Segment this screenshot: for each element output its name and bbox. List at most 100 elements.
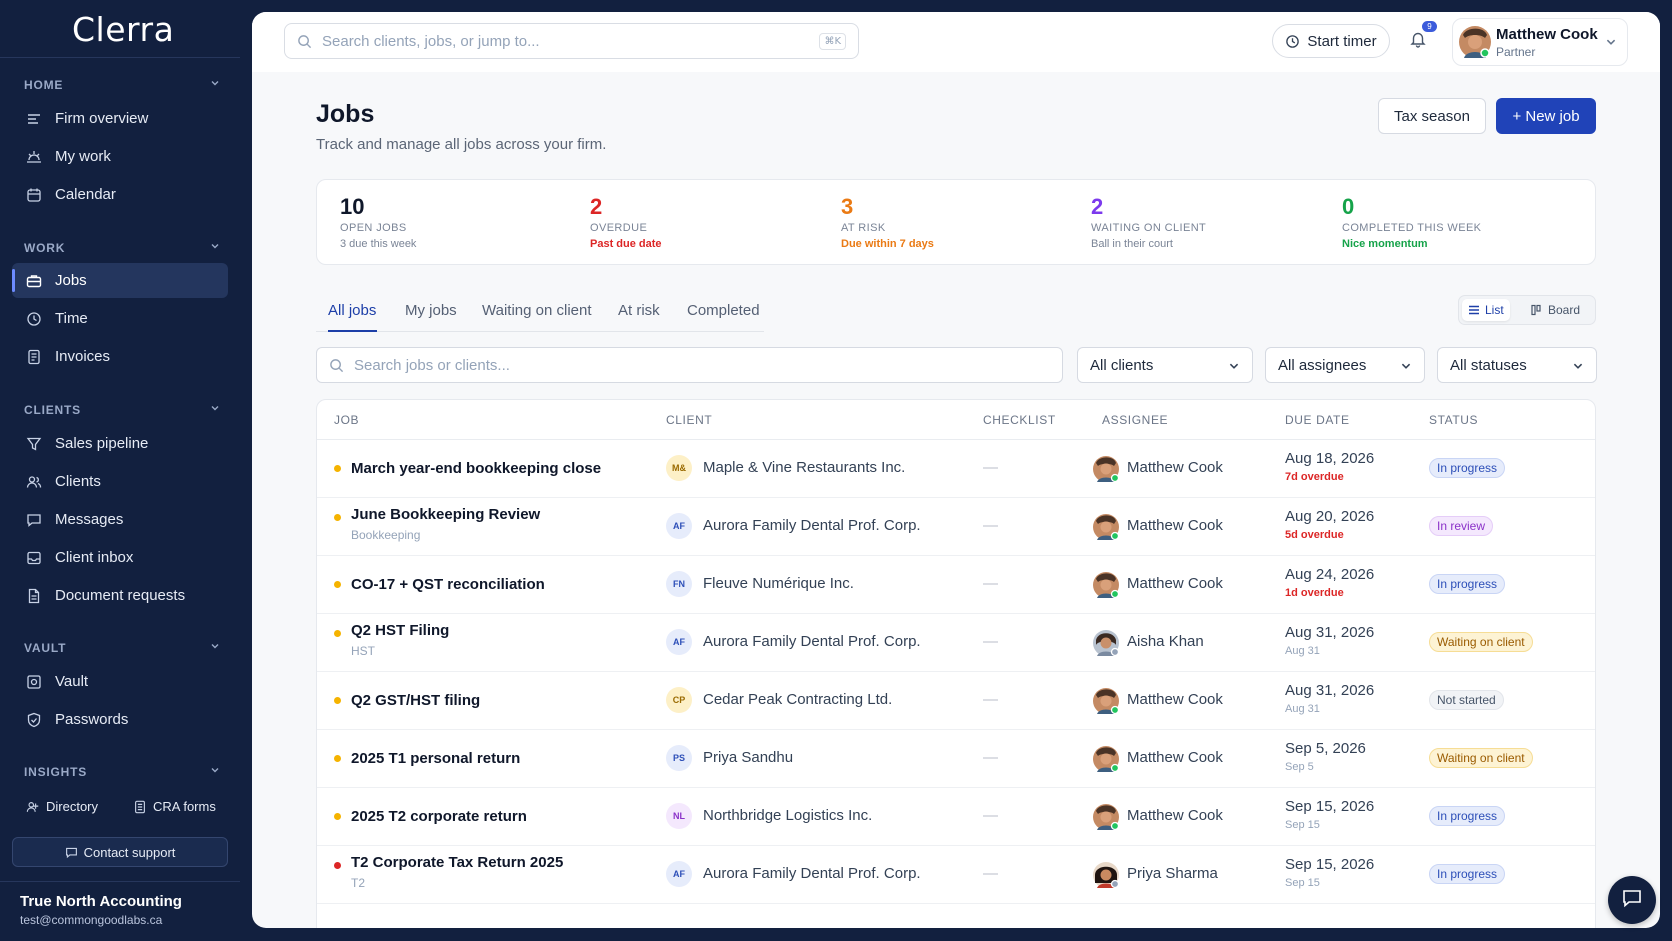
shortcut-hint: ⌘K xyxy=(819,33,846,50)
column-header-job[interactable]: JOB xyxy=(334,413,359,427)
tab-waiting-on-client[interactable]: Waiting on client xyxy=(482,302,592,319)
stat-label: AT RISK xyxy=(841,222,886,234)
sidebar-item-jobs[interactable]: Jobs xyxy=(12,263,228,298)
job-name[interactable]: June Bookkeeping Review xyxy=(351,506,540,523)
sidebar-mini-cra-forms[interactable]: CRA forms xyxy=(133,799,216,814)
job-name[interactable]: CO-17 + QST reconciliation xyxy=(351,576,545,593)
due-date: Aug 31, 2026 xyxy=(1285,624,1375,641)
sidebar-item-label: Sales pipeline xyxy=(55,435,149,452)
job-name[interactable]: Q2 HST Filing xyxy=(351,622,449,639)
job-search[interactable] xyxy=(316,347,1063,383)
sidebar-item-messages[interactable]: Messages xyxy=(12,502,228,537)
main-panel: ⌘K Start timer 9 Matthew Cook Partner Jo… xyxy=(252,12,1660,928)
tab-completed[interactable]: Completed xyxy=(687,302,760,319)
column-header-due-date[interactable]: DUE DATE xyxy=(1285,413,1350,427)
stat-value: 2 xyxy=(590,194,603,219)
stat-overdue: 2 OVERDUE Past due date xyxy=(590,194,662,250)
table-row[interactable]: March year-end bookkeeping close M& Maple … xyxy=(317,440,1595,498)
column-header-checklist[interactable]: CHECKLIST xyxy=(983,413,1056,427)
assignee-filter-select[interactable]: All assignees xyxy=(1265,347,1425,383)
sidebar-item-calendar[interactable]: Calendar xyxy=(12,177,228,212)
sunrise-icon xyxy=(25,148,43,166)
user-menu[interactable]: Matthew Cook Partner xyxy=(1452,18,1628,66)
sidebar-item-passwords[interactable]: Passwords xyxy=(12,702,228,737)
user-name: Matthew Cook xyxy=(1496,26,1598,43)
tab-all-jobs[interactable]: All jobs xyxy=(328,302,376,319)
stat-sub: Nice momentum xyxy=(1342,238,1428,250)
priority-dot xyxy=(334,813,341,820)
due-date: Sep 15, 2026 xyxy=(1285,856,1375,873)
sidebar-item-firm-overview[interactable]: Firm overview xyxy=(12,101,228,136)
tab-at-risk[interactable]: At risk xyxy=(618,302,660,319)
sidebar-section-work[interactable]: WORK xyxy=(24,241,220,255)
sidebar-item-clients[interactable]: Clients xyxy=(12,464,228,499)
column-header-assignee[interactable]: ASSIGNEE xyxy=(1102,413,1168,427)
client-name[interactable]: Aurora Family Dental Prof. Corp. xyxy=(703,517,921,534)
sidebar-section-vault[interactable]: VAULT xyxy=(24,641,220,655)
column-header-client[interactable]: CLIENT xyxy=(666,413,712,427)
sidebar-section-clients[interactable]: CLIENTS xyxy=(24,403,220,417)
job-name[interactable]: 2025 T2 corporate return xyxy=(351,808,527,825)
section-label: INSIGHTS xyxy=(24,765,88,779)
job-name[interactable]: March year-end bookkeeping close xyxy=(351,460,601,477)
job-search-input[interactable] xyxy=(354,356,1034,374)
client-name[interactable]: Aurora Family Dental Prof. Corp. xyxy=(703,865,921,882)
notification-count-badge: 9 xyxy=(1422,21,1437,32)
sidebar-section-home[interactable]: HOME xyxy=(24,78,220,92)
sidebar-item-my-work[interactable]: My work xyxy=(12,139,228,174)
bell-icon[interactable] xyxy=(1409,30,1427,48)
client-name[interactable]: Maple & Vine Restaurants Inc. xyxy=(703,459,905,476)
column-header-status[interactable]: STATUS xyxy=(1429,413,1478,427)
due-date: Sep 5, 2026 xyxy=(1285,740,1366,757)
section-label: CLIENTS xyxy=(24,403,81,417)
job-type: T2 xyxy=(351,876,366,890)
global-search[interactable]: ⌘K xyxy=(284,23,859,59)
status-filter-select[interactable]: All statuses xyxy=(1437,347,1597,383)
sidebar-item-client-inbox[interactable]: Client inbox xyxy=(12,540,228,575)
client-name[interactable]: Priya Sandhu xyxy=(703,749,793,766)
stat-value: 0 xyxy=(1342,194,1355,219)
tab-my-jobs[interactable]: My jobs xyxy=(405,302,457,319)
user-role: Partner xyxy=(1496,45,1536,59)
client-name[interactable]: Northbridge Logistics Inc. xyxy=(703,807,872,824)
sidebar-item-label: Time xyxy=(55,310,88,327)
list-view-button[interactable]: List xyxy=(1462,299,1510,321)
chat-launcher-button[interactable] xyxy=(1608,876,1656,924)
priority-dot xyxy=(334,465,341,472)
board-view-button[interactable]: Board xyxy=(1525,299,1586,321)
sidebar-item-time[interactable]: Time xyxy=(12,301,228,336)
sidebar-mini-directory[interactable]: Directory xyxy=(26,799,98,814)
contact-support-button[interactable]: Contact support xyxy=(12,837,228,867)
table-row[interactable]: Q2 GST/HST filing CP Cedar Peak Contractin… xyxy=(317,672,1595,730)
sidebar-item-sales-pipeline[interactable]: Sales pipeline xyxy=(12,426,228,461)
start-timer-button[interactable]: Start timer xyxy=(1272,24,1390,58)
app-logo[interactable]: Clerra xyxy=(72,10,174,49)
message-icon xyxy=(25,511,43,529)
client-name[interactable]: Fleuve Numérique Inc. xyxy=(703,575,854,592)
sidebar-item-document-requests[interactable]: Document requests xyxy=(12,578,228,613)
sidebar-section-insights[interactable]: INSIGHTS xyxy=(24,765,220,779)
table-row[interactable]: Q2 HST Filing HST AF Aurora Family Dental P… xyxy=(317,614,1595,672)
job-name[interactable]: Q2 GST/HST filing xyxy=(351,692,480,709)
tax-season-button[interactable]: Tax season xyxy=(1378,98,1486,134)
table-row[interactable]: June Bookkeeping Review Bookkeeping AF Auro… xyxy=(317,498,1595,556)
global-search-input[interactable] xyxy=(322,32,802,50)
client-initials-badge: M& xyxy=(666,455,692,481)
sidebar-item-invoices[interactable]: Invoices xyxy=(12,339,228,374)
receipt-icon xyxy=(25,348,43,366)
table-row[interactable]: T2 Corporate Tax Return 2025 T2 AF Aurora F… xyxy=(317,846,1595,904)
job-name[interactable]: 2025 T1 personal return xyxy=(351,750,520,767)
sidebar-item-vault[interactable]: Vault xyxy=(12,664,228,699)
job-name[interactable]: T2 Corporate Tax Return 2025 xyxy=(351,854,563,871)
client-name[interactable]: Aurora Family Dental Prof. Corp. xyxy=(703,633,921,650)
assignee-name: Aisha Khan xyxy=(1127,633,1204,650)
stat-sub: Due within 7 days xyxy=(841,238,934,250)
stat-open-jobs: 10 OPEN JOBS 3 due this week xyxy=(340,194,416,250)
new-job-button[interactable]: + New job xyxy=(1496,98,1596,134)
due-date-note: 1d overdue xyxy=(1285,587,1344,599)
client-name[interactable]: Cedar Peak Contracting Ltd. xyxy=(703,691,892,708)
table-row[interactable]: 2025 T2 corporate return NL Northbridge Lo… xyxy=(317,788,1595,846)
client-filter-select[interactable]: All clients xyxy=(1077,347,1253,383)
table-row[interactable]: CO-17 + QST reconciliation FN Fleuve Numér… xyxy=(317,556,1595,614)
table-row[interactable]: 2025 T1 personal return PS Priya Sandhu — Ma… xyxy=(317,730,1595,788)
